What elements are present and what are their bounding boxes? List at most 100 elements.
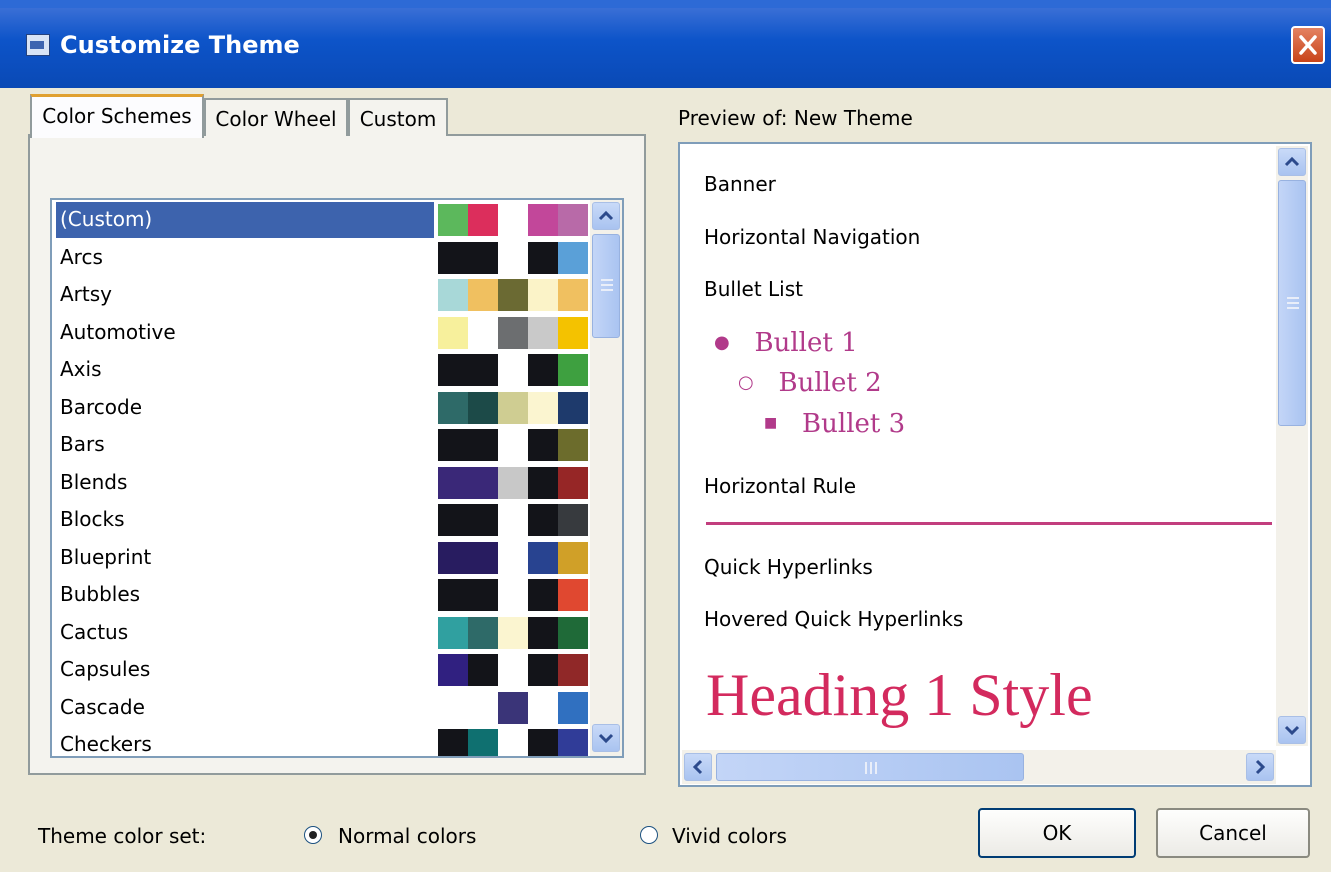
color-swatch: [558, 391, 588, 424]
scheme-name: (Custom): [60, 207, 153, 231]
color-swatch: [438, 429, 468, 461]
color-swatch: [558, 541, 588, 574]
scheme-name: Blocks: [60, 507, 125, 531]
color-swatch: [438, 541, 468, 574]
color-swatch: [558, 241, 588, 274]
color-swatch: [558, 729, 588, 756]
list-item[interactable]: Axis: [52, 350, 588, 387]
color-swatch: [468, 204, 498, 236]
color-swatch: [528, 729, 558, 756]
list-item[interactable]: Automotive: [52, 313, 588, 350]
color-scheme-list[interactable]: (Custom) Arcs Artsy Automotive Axis Barcode Ba…: [50, 198, 624, 758]
list-item[interactable]: (Custom): [52, 200, 588, 238]
chevron-up-icon: [1284, 156, 1300, 167]
preview-scroll-down-button[interactable]: [1278, 716, 1306, 744]
scheme-name: Capsules: [60, 657, 151, 681]
preview-scroll-left-button[interactable]: [684, 753, 712, 781]
preview-scrollbar-thumb[interactable]: [1278, 180, 1306, 426]
list-item[interactable]: Cascade: [52, 688, 588, 725]
bullet-disc-icon: ●: [714, 332, 730, 353]
close-button[interactable]: [1291, 26, 1325, 64]
color-swatch: [498, 466, 528, 499]
scheme-name: Blueprint: [60, 544, 152, 569]
scrollbar-thumb[interactable]: [592, 234, 620, 338]
preview-vertical-scrollbar[interactable]: [1276, 146, 1308, 746]
tab-color-wheel[interactable]: Color Wheel: [204, 98, 348, 136]
list-item[interactable]: Barcode: [52, 388, 588, 425]
color-swatch: [468, 316, 498, 349]
color-swatch: [528, 354, 558, 386]
color-swatch: [438, 241, 468, 274]
chevron-right-icon: [1255, 759, 1266, 775]
color-swatch: [438, 316, 468, 349]
preview-banner: Banner: [704, 172, 776, 196]
color-swatch: [498, 691, 528, 724]
scroll-up-button[interactable]: [592, 202, 620, 230]
color-swatch: [438, 579, 468, 611]
color-swatch: [468, 279, 498, 311]
bullet-item-2: ○ Bullet 2: [738, 368, 882, 398]
preview-horizontal-rule: [706, 522, 1272, 525]
vivid-colors-radio[interactable]: [640, 826, 658, 844]
color-swatch: [558, 204, 588, 236]
color-swatch: [468, 504, 498, 536]
color-swatch: [468, 579, 498, 611]
list-item[interactable]: Checkers: [52, 725, 588, 756]
cancel-button[interactable]: Cancel: [1156, 808, 1310, 858]
list-item[interactable]: Capsules: [52, 650, 588, 687]
list-item[interactable]: Blocks: [52, 500, 588, 537]
color-swatch: [498, 241, 528, 274]
color-swatch: [498, 391, 528, 424]
vivid-colors-label[interactable]: Vivid colors: [672, 822, 787, 850]
bullet-item-1: ● Bullet 1: [714, 328, 858, 358]
preview-scroll-up-button[interactable]: [1278, 148, 1306, 176]
color-swatch: [498, 354, 528, 386]
color-swatch: [468, 616, 498, 649]
list-item[interactable]: Arcs: [52, 238, 588, 275]
color-swatch: [498, 579, 528, 611]
normal-colors-label[interactable]: Normal colors: [338, 822, 476, 850]
color-swatch: [528, 616, 558, 649]
scheme-name: Artsy: [60, 282, 113, 306]
scheme-list-scrollbar[interactable]: [590, 200, 622, 756]
color-swatch: [468, 691, 498, 724]
scheme-name: Blends: [60, 469, 128, 494]
preview-hovered-quick-hyperlinks[interactable]: Hovered Quick Hyperlinks: [704, 605, 963, 633]
color-swatch: [438, 729, 468, 756]
color-swatch: [468, 429, 498, 461]
color-swatch: [558, 279, 588, 311]
preview-quick-hyperlinks[interactable]: Quick Hyperlinks: [704, 553, 873, 581]
list-item[interactable]: Blends: [52, 463, 588, 500]
color-swatch: [498, 541, 528, 574]
scheme-name: Bars: [60, 432, 105, 456]
color-swatch: [438, 654, 468, 686]
preview-horizontal-scrollbar[interactable]: [682, 750, 1276, 784]
preview-bullet-list: Bullet List: [704, 277, 803, 301]
tab-color-schemes[interactable]: Color Schemes: [30, 94, 204, 138]
ok-button[interactable]: OK: [978, 808, 1136, 858]
list-item[interactable]: Bubbles: [52, 575, 588, 612]
list-item[interactable]: Bars: [52, 425, 588, 462]
color-swatch: [438, 279, 468, 311]
scroll-down-button[interactable]: [592, 724, 620, 752]
preview-scroll-right-button[interactable]: [1246, 753, 1274, 781]
color-swatch: [528, 504, 558, 536]
color-swatch: [438, 354, 468, 386]
close-icon: [1299, 35, 1317, 55]
list-item[interactable]: Artsy: [52, 275, 588, 312]
scheme-name: Automotive: [60, 319, 176, 344]
color-swatch: [468, 541, 498, 574]
preview-horizontal-thumb[interactable]: [716, 753, 1024, 781]
scheme-name: Cascade: [60, 694, 145, 719]
scheme-name: Barcode: [60, 394, 142, 419]
scheme-name: Checkers: [60, 732, 152, 756]
tab-custom[interactable]: Custom: [348, 98, 448, 136]
normal-colors-radio[interactable]: [304, 826, 322, 844]
color-swatch: [468, 729, 498, 756]
color-swatch: [498, 654, 528, 686]
list-item[interactable]: Blueprint: [52, 538, 588, 575]
color-swatch: [558, 616, 588, 649]
color-swatch: [468, 391, 498, 424]
color-swatch: [558, 654, 588, 686]
list-item[interactable]: Cactus: [52, 613, 588, 650]
